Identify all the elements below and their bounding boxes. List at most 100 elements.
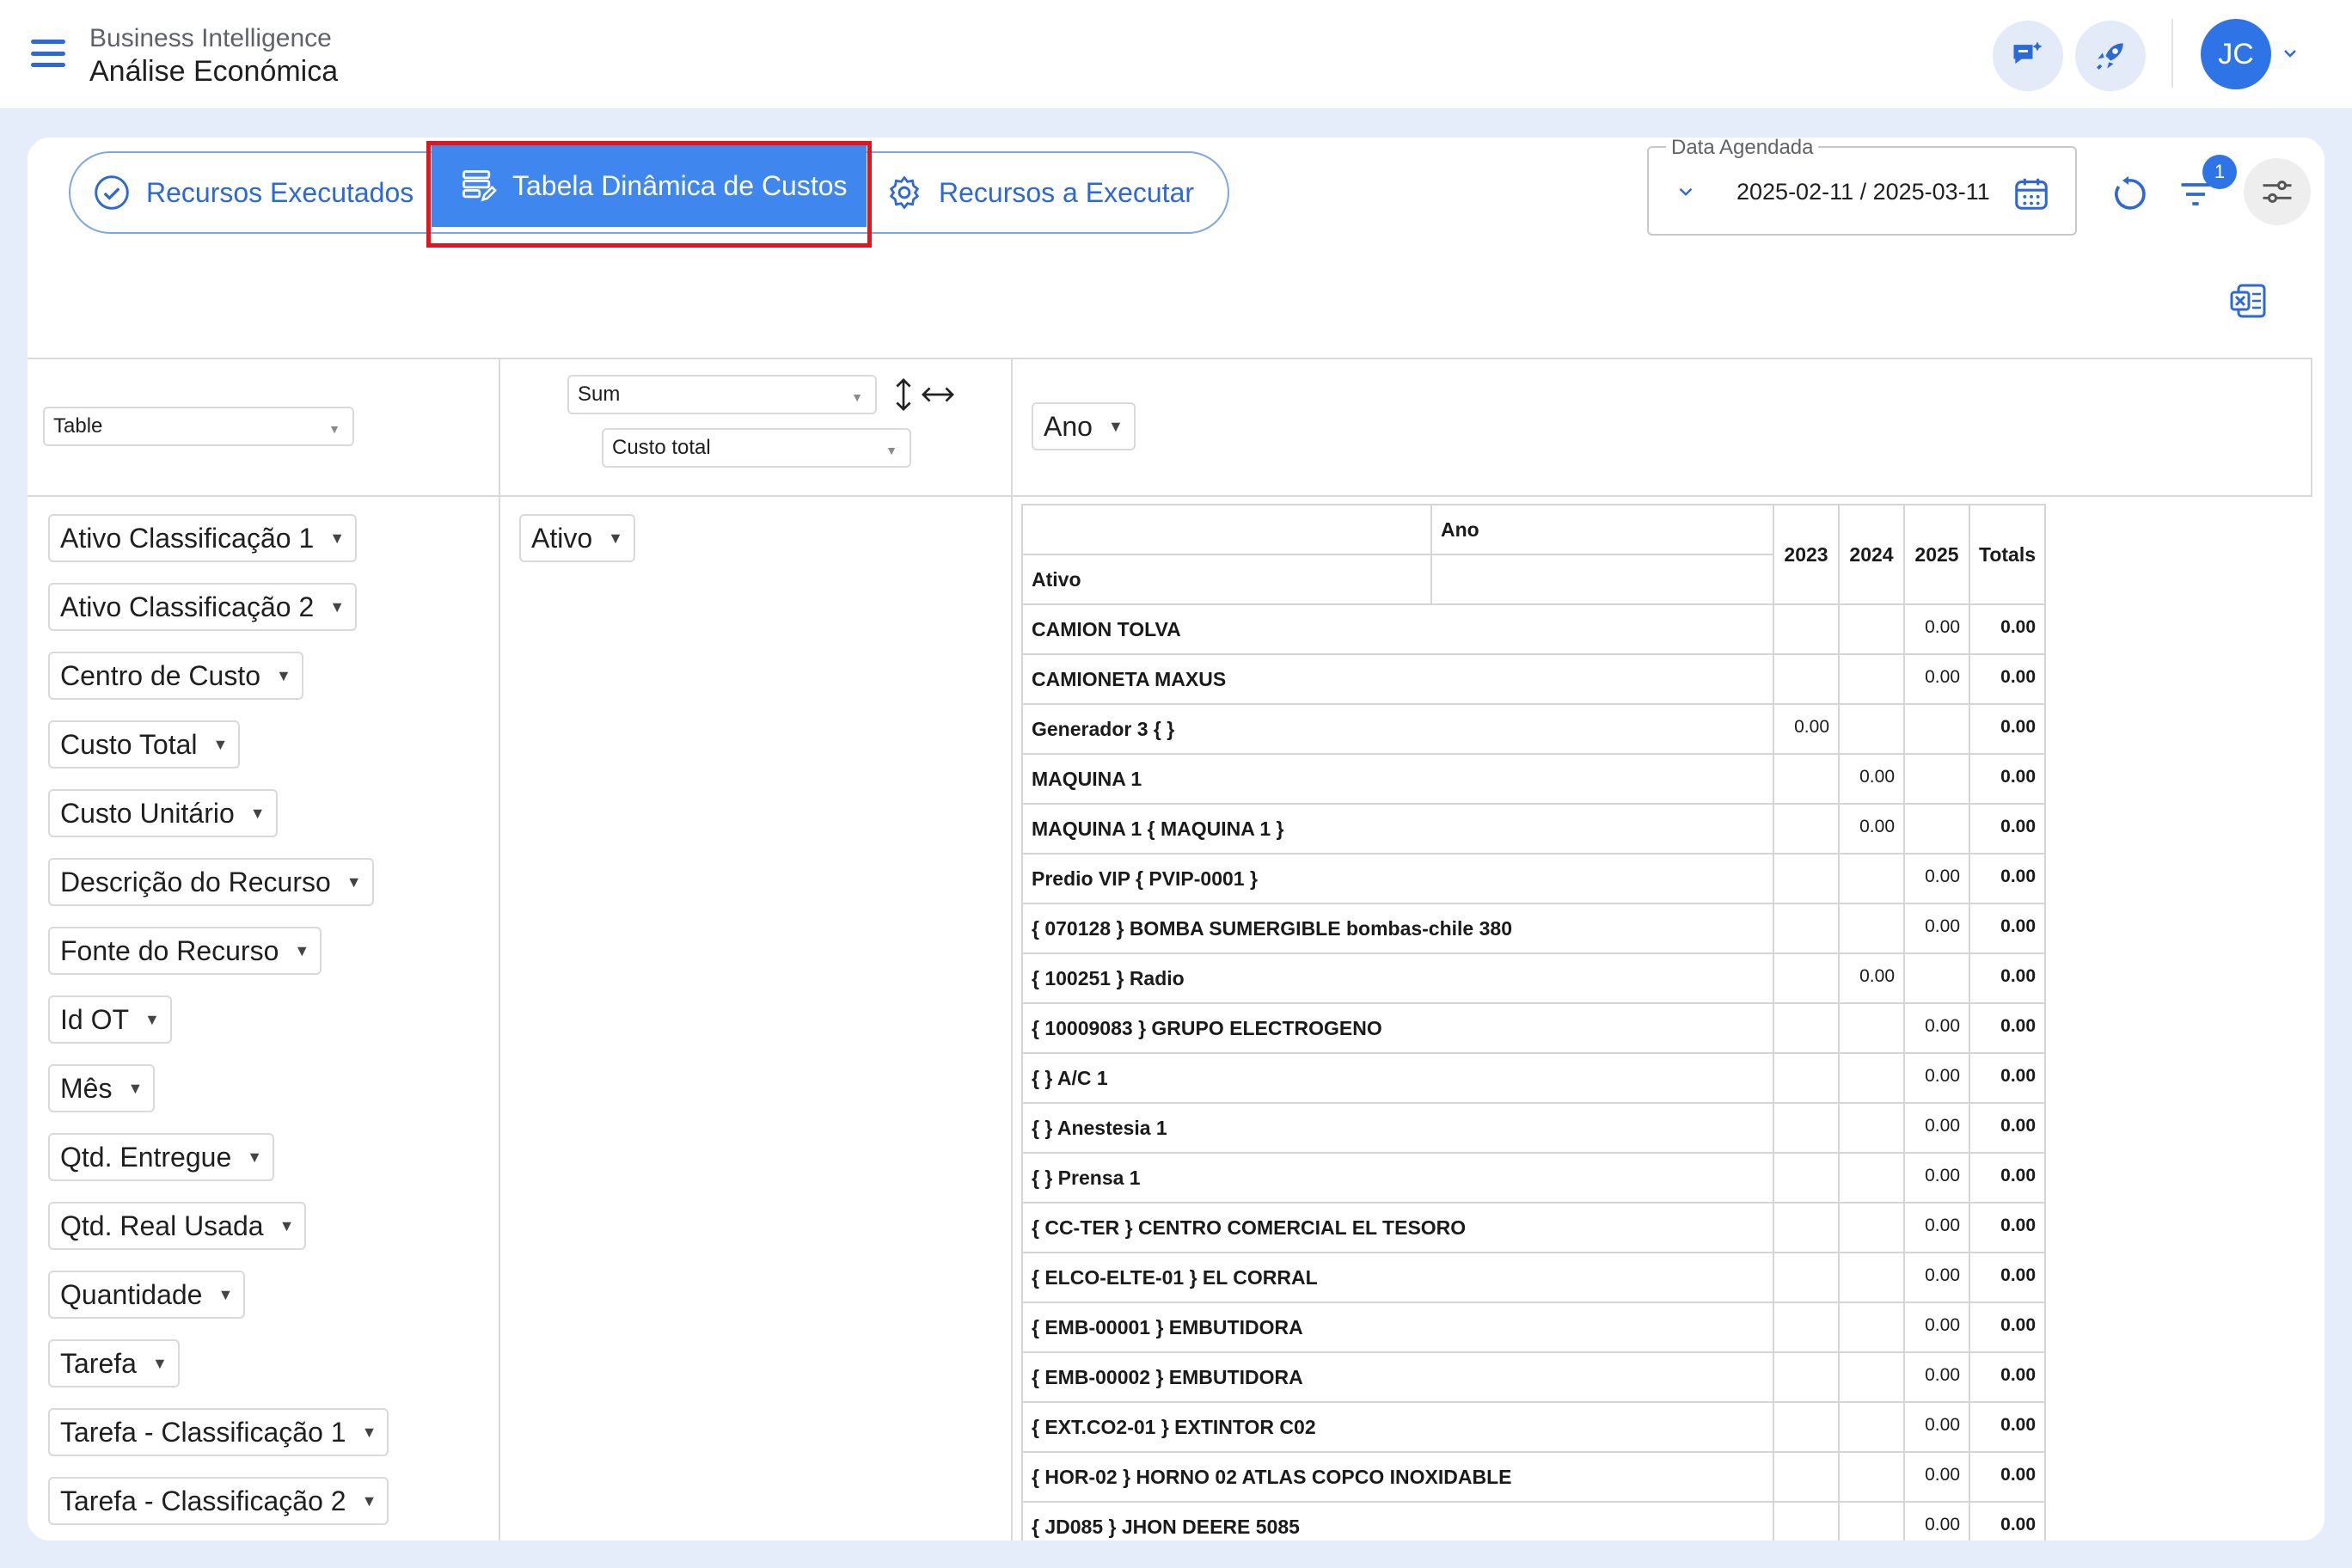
sort-rows-icon[interactable] (892, 378, 915, 411)
row-total-cell[interactable]: 0.00 (1968, 952, 2047, 1004)
attribute-pill[interactable]: Descrição do Recurso ▼ (48, 858, 374, 906)
value-cell[interactable]: 0.00 (1838, 803, 1905, 854)
attribute-pill[interactable]: Ativo Classificação 1 ▼ (48, 514, 358, 562)
row-total-cell[interactable]: 0.00 (1968, 1401, 2047, 1453)
row-total-cell[interactable]: 0.00 (1968, 1152, 2047, 1204)
attribute-pill[interactable]: Tarefa - Classificação 2 ▼ (48, 1477, 389, 1525)
value-cell[interactable] (1838, 1102, 1905, 1154)
value-cell[interactable] (1773, 603, 1840, 655)
value-cell[interactable] (1838, 603, 1905, 655)
value-cell[interactable] (1838, 703, 1905, 755)
attribute-pill[interactable]: Centro de Custo ▼ (48, 652, 303, 700)
attribute-pill[interactable]: Tarefa ▼ (48, 1339, 180, 1387)
value-cell[interactable] (1838, 1451, 1905, 1503)
col-header-2023[interactable]: 2023 (1773, 504, 1840, 605)
value-cell[interactable]: 0.00 (1903, 1302, 1970, 1353)
calendar-icon[interactable] (2012, 174, 2051, 213)
value-cell[interactable] (1838, 1501, 1905, 1540)
value-cell[interactable]: 0.00 (1903, 603, 1970, 655)
value-cell[interactable] (1773, 1351, 1840, 1403)
excel-export-icon[interactable] (2228, 280, 2269, 322)
value-cell[interactable]: 0.00 (1903, 1052, 1970, 1104)
value-cell[interactable]: 0.00 (1903, 853, 1970, 904)
attribute-pill[interactable]: Quantidade ▼ (48, 1271, 246, 1319)
value-cell[interactable] (1773, 1401, 1840, 1453)
value-cell[interactable]: 0.00 (1838, 753, 1905, 805)
chat-sparkle-button[interactable] (1993, 21, 2063, 91)
value-cell[interactable]: 0.00 (1903, 653, 1970, 705)
value-cell[interactable] (1773, 1302, 1840, 1353)
tab-tabela-dinamica-de-custos[interactable]: Tabela Dinâmica de Custos (432, 144, 867, 227)
value-cell[interactable]: 0.00 (1838, 952, 1905, 1004)
value-cell[interactable] (1838, 1252, 1905, 1303)
row-total-cell[interactable]: 0.00 (1968, 1501, 2047, 1540)
value-cell[interactable]: 0.00 (1903, 1351, 1970, 1403)
value-cell[interactable]: 0.00 (1903, 903, 1970, 954)
rocket-button[interactable] (2075, 21, 2146, 91)
value-cell[interactable] (1773, 952, 1840, 1004)
row-total-cell[interactable]: 0.00 (1968, 703, 2047, 755)
row-total-cell[interactable]: 0.00 (1968, 803, 2047, 854)
row-total-cell[interactable]: 0.00 (1968, 1202, 2047, 1253)
attribute-pill[interactable]: Mês ▼ (48, 1064, 156, 1112)
value-cell[interactable]: 0.00 (1903, 1252, 1970, 1303)
sliders-button[interactable] (2244, 158, 2311, 225)
row-total-cell[interactable]: 0.00 (1968, 603, 2047, 655)
chevron-down-icon[interactable] (1675, 181, 1697, 203)
value-cell[interactable]: 0.00 (1903, 1202, 1970, 1253)
col-attr-pill[interactable]: Ano ▼ (1032, 402, 1136, 450)
value-cell[interactable]: 0.00 (1903, 1152, 1970, 1204)
value-cell[interactable] (1773, 1152, 1840, 1204)
value-cell[interactable] (1773, 1102, 1840, 1154)
value-cell[interactable] (1773, 903, 1840, 954)
value-cell[interactable]: 0.00 (1903, 1102, 1970, 1154)
row-total-cell[interactable]: 0.00 (1968, 903, 2047, 954)
row-total-cell[interactable]: 0.00 (1968, 1351, 2047, 1403)
value-cell[interactable]: 0.00 (1903, 1451, 1970, 1503)
attribute-pill[interactable]: Custo Total ▼ (48, 720, 241, 769)
value-cell[interactable] (1838, 1302, 1905, 1353)
row-total-cell[interactable]: 0.00 (1968, 1252, 2047, 1303)
row-total-cell[interactable]: 0.00 (1968, 1302, 2047, 1353)
value-cell[interactable] (1838, 1202, 1905, 1253)
value-cell[interactable]: 0.00 (1773, 703, 1840, 755)
value-cell[interactable]: 0.00 (1903, 1002, 1970, 1054)
row-total-cell[interactable]: 0.00 (1968, 1002, 2047, 1054)
value-cell[interactable] (1838, 1002, 1905, 1054)
tab-recursos-a-executar[interactable]: Recursos a Executar (885, 153, 1194, 232)
row-attr-pill[interactable]: Ativo ▼ (519, 514, 635, 562)
value-cell[interactable] (1773, 653, 1840, 705)
row-total-cell[interactable]: 0.00 (1968, 653, 2047, 705)
sort-cols-icon[interactable] (922, 383, 954, 406)
value-cell[interactable] (1903, 952, 1970, 1004)
value-cell[interactable] (1773, 803, 1840, 854)
value-cell[interactable] (1838, 653, 1905, 705)
attribute-pill[interactable]: Ativo Classificação 2 ▼ (48, 583, 358, 631)
value-cell[interactable] (1838, 1401, 1905, 1453)
value-cell[interactable] (1838, 1052, 1905, 1104)
aggregator-select[interactable]: Sum ▼ (567, 375, 877, 414)
value-cell[interactable] (1903, 803, 1970, 854)
value-cell[interactable] (1903, 753, 1970, 805)
attribute-pill[interactable]: Id OT ▼ (48, 995, 172, 1044)
value-cell[interactable] (1773, 1501, 1840, 1540)
attribute-pill[interactable]: Custo Unitário ▼ (48, 789, 278, 837)
row-total-cell[interactable]: 0.00 (1968, 1052, 2047, 1104)
value-cell[interactable] (1838, 853, 1905, 904)
hamburger-menu-icon[interactable] (31, 40, 65, 67)
value-cell[interactable] (1773, 1202, 1840, 1253)
tab-recursos-executados[interactable]: Recursos Executados (93, 153, 413, 232)
col-header-2024[interactable]: 2024 (1838, 504, 1905, 605)
value-cell[interactable] (1773, 1002, 1840, 1054)
col-header-2025[interactable]: 2025 (1903, 504, 1970, 605)
attribute-pill[interactable]: Qtd. Entregue ▼ (48, 1133, 275, 1181)
attribute-pill[interactable]: Fonte do Recurso ▼ (48, 927, 322, 975)
value-cell[interactable] (1838, 1351, 1905, 1403)
value-cell[interactable] (1773, 853, 1840, 904)
value-cell[interactable] (1838, 1152, 1905, 1204)
row-total-cell[interactable]: 0.00 (1968, 1451, 2047, 1503)
renderer-select[interactable]: Table ▼ (43, 407, 354, 446)
value-cell[interactable]: 0.00 (1903, 1501, 1970, 1540)
chevron-down-icon[interactable] (2280, 43, 2300, 64)
user-avatar[interactable]: JC (2201, 19, 2271, 89)
